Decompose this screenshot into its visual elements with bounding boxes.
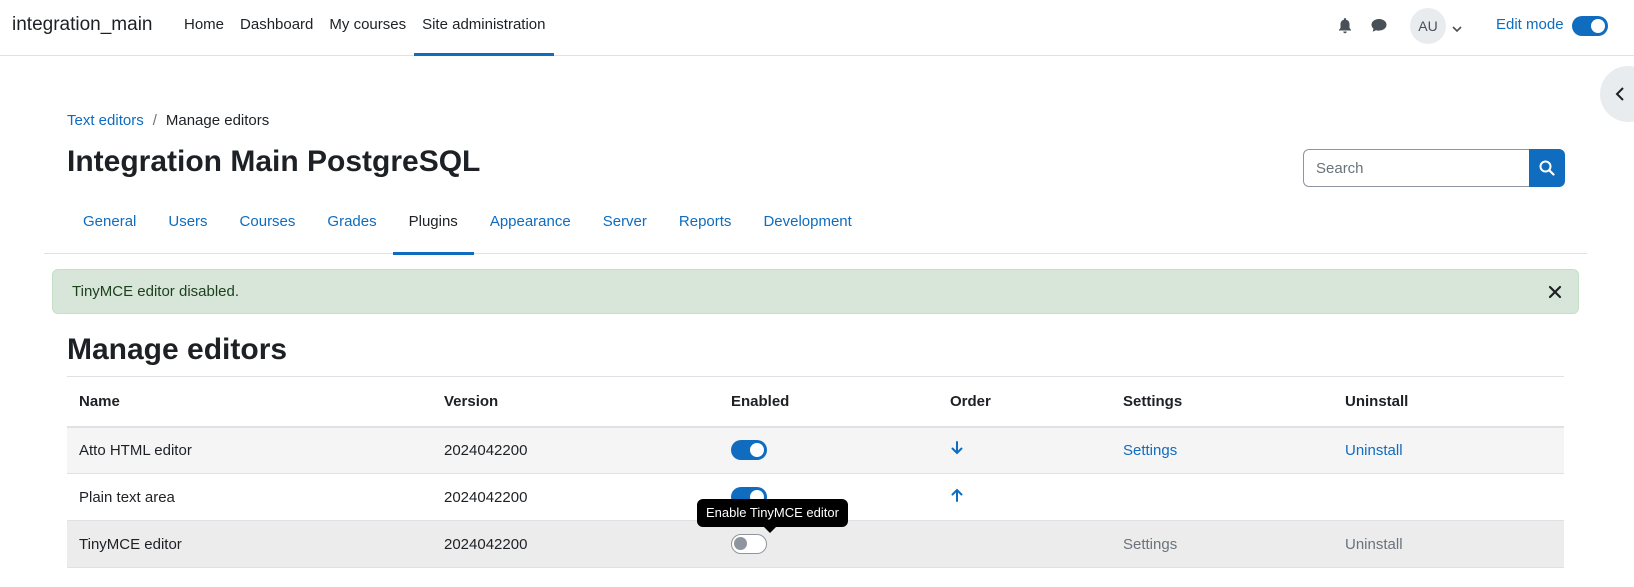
settings-link[interactable]: Settings (1123, 442, 1177, 459)
search-button[interactable] (1529, 149, 1565, 187)
section-title: Manage editors (67, 333, 288, 366)
tab-users[interactable]: Users (152, 200, 223, 254)
nav-item-dashboard[interactable]: Dashboard (232, 0, 321, 56)
enabled-toggle[interactable] (731, 440, 767, 461)
search-icon (1539, 160, 1555, 176)
editor-name: TinyMCE editor (67, 520, 432, 568)
close-icon[interactable] (1545, 282, 1565, 302)
toggle-knob (750, 443, 764, 458)
arrow-down-icon[interactable] (950, 440, 964, 460)
notification-bell-icon[interactable] (1337, 17, 1353, 38)
open-drawer-button[interactable] (1600, 66, 1634, 122)
secondary-navigation: General Users Courses Grades Plugins App… (44, 200, 1587, 255)
nav-item-home[interactable]: Home (176, 0, 232, 56)
tab-reports[interactable]: Reports (663, 200, 748, 254)
editors-table: Name Version Enabled Order Settings Unin… (67, 376, 1564, 568)
editor-version: 2024042200 (432, 426, 719, 474)
tab-general[interactable]: General (67, 200, 152, 254)
search-input[interactable] (1303, 149, 1529, 187)
search-form (1303, 149, 1565, 187)
messages-icon[interactable] (1370, 17, 1388, 38)
header-uninstall: Uninstall (1333, 376, 1564, 428)
breadcrumb-link-text-editors[interactable]: Text editors (67, 112, 144, 129)
breadcrumb-current: Manage editors (165, 112, 270, 129)
site-brand[interactable]: integration_main (12, 14, 152, 36)
tab-development[interactable]: Development (747, 200, 867, 254)
header-order: Order (938, 376, 1111, 428)
edit-mode-toggle[interactable] (1572, 16, 1608, 36)
editor-version: 2024042200 (432, 520, 719, 568)
tab-appearance[interactable]: Appearance (474, 200, 587, 254)
table-row: Atto HTML editor 2024042200 Settings Uni… (67, 426, 1564, 474)
tab-grades[interactable]: Grades (311, 200, 392, 254)
top-navbar: integration_main Home Dashboard My cours… (0, 0, 1634, 56)
success-alert: TinyMCE editor disabled. (52, 269, 1579, 314)
toggle-knob (734, 537, 747, 550)
uninstall-link[interactable]: Uninstall (1345, 442, 1403, 459)
alert-message: TinyMCE editor disabled. (72, 283, 240, 300)
page-title: Integration Main PostgreSQL (67, 145, 481, 178)
chevron-left-icon (1615, 87, 1624, 101)
settings-link[interactable]: Settings (1123, 536, 1177, 553)
enabled-toggle[interactable] (731, 534, 767, 554)
tab-courses[interactable]: Courses (224, 200, 312, 254)
header-name: Name (67, 376, 432, 428)
nav-item-my-courses[interactable]: My courses (321, 0, 414, 56)
tab-server[interactable]: Server (587, 200, 663, 254)
nav-item-site-administration[interactable]: Site administration (414, 0, 554, 56)
edit-mode-label[interactable]: Edit mode (1496, 16, 1564, 33)
editor-name: Atto HTML editor (67, 426, 432, 474)
header-settings: Settings (1111, 376, 1333, 428)
uninstall-link[interactable]: Uninstall (1345, 536, 1403, 553)
primary-navigation: Home Dashboard My courses Site administr… (176, 0, 554, 56)
user-avatar[interactable]: AU (1410, 8, 1446, 44)
table-header-row: Name Version Enabled Order Settings Unin… (67, 376, 1564, 428)
breadcrumb: Text editors / Manage editors (67, 112, 269, 129)
toggle-knob (1591, 19, 1605, 33)
table-row: TinyMCE editor 2024042200 Settings Unins… (67, 520, 1564, 568)
editor-name: Plain text area (67, 473, 432, 521)
tab-plugins[interactable]: Plugins (392, 200, 475, 255)
header-version: Version (432, 376, 719, 428)
header-enabled: Enabled (719, 376, 938, 428)
breadcrumb-separator: / (152, 112, 157, 129)
arrow-up-icon[interactable] (950, 487, 964, 507)
chevron-down-icon[interactable] (1452, 20, 1462, 37)
editor-version: 2024042200 (432, 473, 719, 521)
tooltip: Enable TinyMCE editor (697, 499, 848, 533)
